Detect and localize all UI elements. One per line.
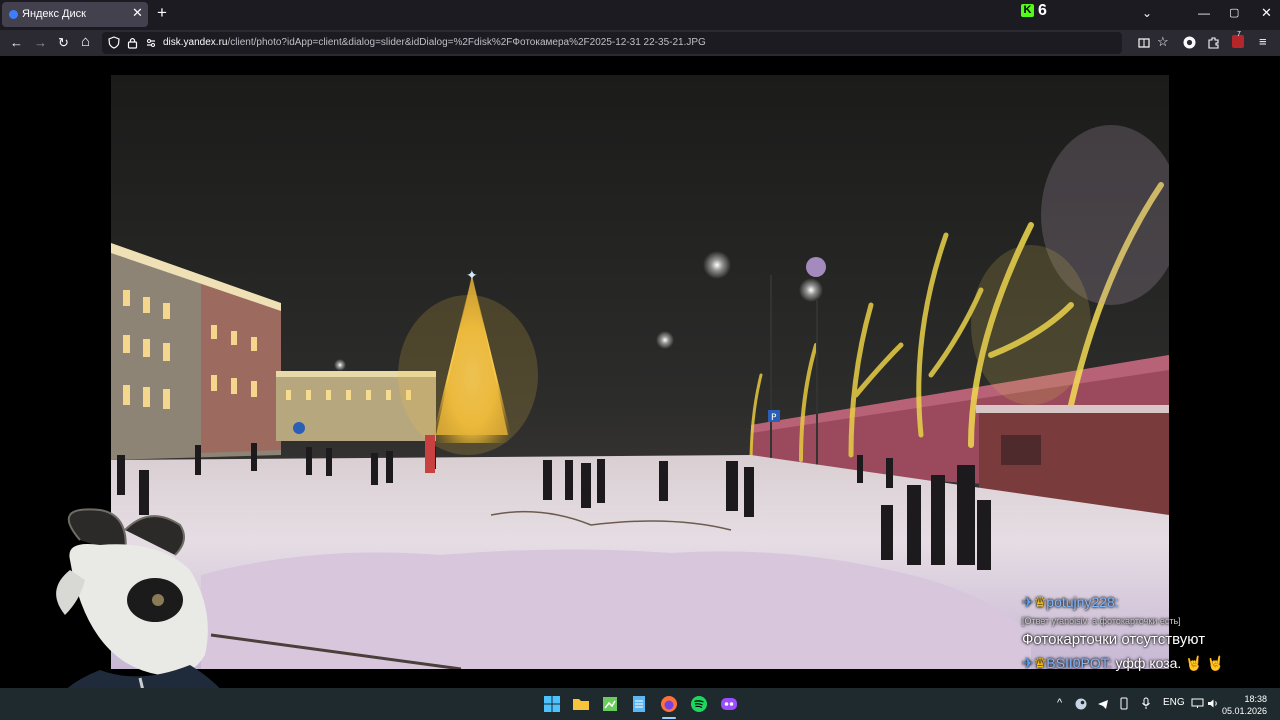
windows-start-icon[interactable] [543, 695, 561, 713]
crown-badge-icon: ♛ [1033, 655, 1047, 671]
reader-view-icon[interactable] [1138, 37, 1150, 49]
sword-badge-icon: ✈ [1022, 594, 1034, 610]
extension-badge: 7 [1237, 31, 1241, 38]
ublock-extension-icon[interactable]: 7 [1232, 31, 1244, 48]
network-icon[interactable] [1191, 698, 1204, 709]
notepad-icon[interactable] [630, 695, 648, 713]
volume-icon[interactable] [1207, 698, 1219, 709]
forward-button[interactable]: → [34, 35, 47, 50]
usb-device-icon[interactable] [1119, 697, 1129, 710]
lock-icon[interactable] [127, 36, 138, 49]
road-sign [293, 422, 305, 434]
clock-time: 18:38 [1244, 694, 1268, 704]
striped-barrier [425, 435, 435, 473]
tab-bar: Яндекс Диск ✕ + K 6 ⌄ — ▢ ✕ [0, 0, 1280, 30]
chat-username: potujny228: [1046, 594, 1119, 610]
url-path: /client/photo?idApp=client&dialog=slider… [227, 37, 706, 48]
list-all-tabs-button[interactable]: ⌄ [1142, 6, 1152, 20]
maximize-button[interactable]: ▢ [1229, 6, 1239, 19]
chat-message-text: Фотокарточки отсутствуют [1022, 631, 1206, 648]
spotify-icon[interactable] [690, 695, 708, 713]
tab-title: Яндекс Диск [22, 8, 86, 20]
viewer-count: 6 [1038, 2, 1047, 19]
goat-avatar-overlay [40, 508, 240, 720]
kick-logo-icon: K [1021, 4, 1034, 17]
file-explorer-icon[interactable] [572, 695, 590, 713]
telegram-tray-icon[interactable] [1097, 698, 1109, 710]
firefox-icon[interactable] [660, 695, 678, 713]
system-clock[interactable]: 18:38 05.01.2026 [1222, 693, 1267, 717]
menu-hamburger-icon[interactable]: ≡ [1259, 34, 1267, 49]
yandex-disk-favicon-icon [9, 10, 18, 19]
chat-reply-note: [Ответ yranoisiv: а фотокарточки есть] [1022, 616, 1181, 626]
home-button[interactable]: ⌂ [81, 33, 90, 50]
windows-taskbar: ^ ENG 18:38 05.01.2026 [0, 688, 1280, 720]
navigation-bar: ← → ↻ ⌂ ☆ disk.yandex.ru/client/photo?id… [0, 30, 1280, 56]
sword-badge-icon: ✈ [1022, 655, 1034, 671]
language-indicator[interactable]: ENG [1163, 697, 1185, 708]
reload-button[interactable]: ↻ [58, 35, 69, 51]
parking-sign-label: P [771, 413, 777, 423]
tab-close-icon[interactable]: ✕ [132, 5, 143, 21]
bookmark-star-icon[interactable]: ☆ [1157, 34, 1169, 50]
goat-eye [152, 594, 164, 606]
new-tab-button[interactable]: + [157, 3, 167, 23]
active-app-indicator [662, 717, 676, 719]
url-text[interactable]: disk.yandex.ru/client/photo?idApp=client… [163, 37, 706, 48]
show-hidden-icons-button[interactable]: ^ [1057, 697, 1062, 709]
url-domain: disk.yandex.ru [163, 37, 228, 48]
svg-text:✦: ✦ [466, 268, 478, 284]
account-icon[interactable] [1183, 36, 1196, 49]
chat-message-2: ✈♛BSII0POT: уфф коза. 🤘 🤘 [1022, 655, 1224, 672]
chat-message-text: уфф коза. 🤘 🤘 [1115, 655, 1224, 671]
chat-username: BSII0POT: [1046, 655, 1112, 671]
minimize-button[interactable]: — [1198, 6, 1210, 20]
microphone-icon[interactable] [1141, 697, 1151, 710]
shield-icon[interactable] [108, 36, 120, 49]
streaming-app-icon[interactable] [720, 695, 738, 713]
photo-image[interactable]: ✦ P [111, 75, 1169, 669]
steam-tray-icon[interactable] [1075, 698, 1087, 710]
extensions-puzzle-icon[interactable] [1207, 36, 1220, 49]
clock-date: 05.01.2026 [1222, 706, 1268, 716]
tab-yandex-disk[interactable]: Яндекс Диск ✕ [2, 2, 148, 27]
close-window-button[interactable]: ✕ [1261, 5, 1272, 21]
back-button[interactable]: ← [10, 35, 23, 50]
image-editor-icon[interactable] [601, 695, 619, 713]
crown-badge-icon: ♛ [1033, 594, 1047, 610]
chat-message-1-header: ✈♛potujny228: [1022, 594, 1119, 611]
permissions-icon[interactable] [146, 38, 156, 48]
